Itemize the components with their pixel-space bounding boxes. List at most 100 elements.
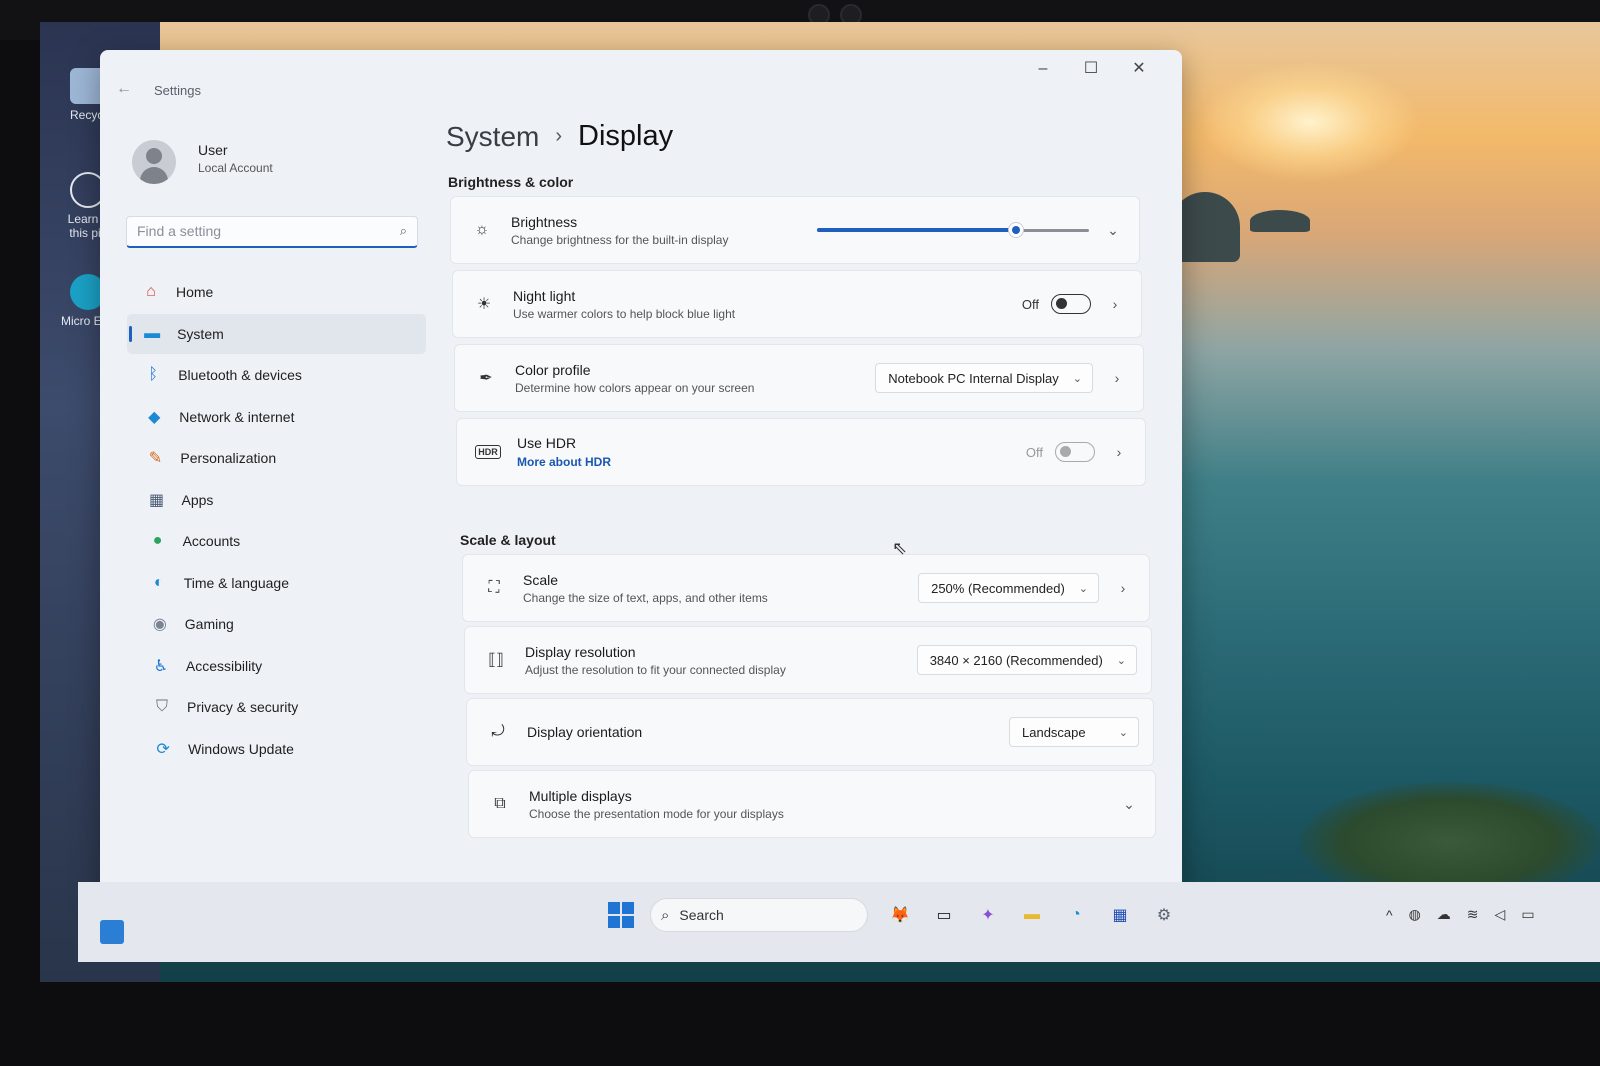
sidebar-item-home[interactable]: ⌂ Home bbox=[126, 272, 426, 312]
brush-icon: ✎ bbox=[148, 450, 163, 467]
taskbar-search[interactable]: ⌕ Search bbox=[650, 898, 868, 932]
accessibility-icon: ♿ bbox=[153, 657, 169, 675]
app-title: Settings bbox=[154, 83, 201, 98]
widgets-icon[interactable] bbox=[100, 920, 124, 944]
multiple-displays-card[interactable]: ⧉ Multiple displays Choose the presentat… bbox=[468, 770, 1156, 838]
sidebar-item-gaming[interactable]: ◉ Gaming bbox=[135, 604, 426, 644]
brightness-slider[interactable] bbox=[817, 220, 1089, 240]
slider-thumb[interactable] bbox=[1007, 222, 1024, 238]
resolution-dropdown[interactable]: 3840 × 2160 (Recommended) ⌄ bbox=[916, 645, 1137, 675]
account-type: Local Account bbox=[198, 161, 273, 175]
taskbar: ⌕ Search 🦊 ▭ ✦ ▬ ◔ ▦ ⚙ ^ ◍ ☁ ≋ ◁ ▭ bbox=[78, 882, 1600, 962]
update-icon: ⟳ bbox=[156, 740, 170, 758]
chevron-down-icon[interactable]: ⌄ bbox=[1103, 222, 1123, 239]
search-input[interactable] bbox=[127, 217, 377, 245]
scale-card[interactable]: ⛶ Scale Change the size of text, apps, a… bbox=[462, 554, 1150, 622]
brightness-title: Brightness bbox=[511, 213, 578, 230]
chevron-up-icon[interactable]: ^ bbox=[1386, 907, 1393, 923]
chevron-right-icon[interactable]: › bbox=[1113, 580, 1133, 596]
sidebar-item-windows-update[interactable]: ⟳ Windows Update bbox=[138, 729, 426, 769]
maximize-button[interactable]: ☐ bbox=[1068, 54, 1114, 84]
multiple-displays-icon: ⧉ bbox=[494, 795, 506, 812]
sidebar-item-apps[interactable]: ▦ Apps bbox=[132, 480, 427, 520]
sidebar-item-label: Time & language bbox=[183, 574, 290, 591]
orientation-card[interactable]: ⤾ Display orientation Landscape ⌄ bbox=[466, 698, 1154, 766]
sidebar-item-accounts[interactable]: ● Accounts bbox=[133, 521, 426, 561]
battery-icon[interactable]: ▭ bbox=[1521, 906, 1534, 923]
close-button[interactable]: ✕ bbox=[1116, 54, 1162, 84]
start-button[interactable] bbox=[608, 902, 634, 928]
sun-icon: ☼ bbox=[474, 221, 490, 238]
sidebar-item-label: Bluetooth & devices bbox=[178, 367, 302, 383]
sidebar-item-label: Apps bbox=[181, 491, 214, 508]
sidebar-item-label: Privacy & security bbox=[187, 699, 299, 715]
chevron-down-icon[interactable]: ⌄ bbox=[1119, 796, 1139, 813]
night-light-icon: ☀ bbox=[476, 296, 492, 313]
sidebar-item-system[interactable]: ▬ System bbox=[127, 313, 426, 354]
sidebar-item-bluetooth-devices[interactable]: ᛒ Bluetooth & devices bbox=[128, 355, 426, 395]
cloud-icon[interactable]: ☁ bbox=[1437, 906, 1451, 923]
chevron-down-icon: ⌄ bbox=[1072, 372, 1082, 385]
page-title: Display bbox=[578, 120, 674, 152]
back-button[interactable]: ← bbox=[116, 80, 132, 98]
slider-fill bbox=[817, 228, 1016, 232]
brightness-card[interactable]: ☼ Brightness Change brightness for the b… bbox=[450, 196, 1140, 264]
night-light-toggle[interactable] bbox=[1051, 294, 1091, 314]
section-scale-layout: Scale & layout bbox=[460, 532, 556, 548]
file-explorer-icon[interactable]: ▬ bbox=[1015, 898, 1049, 932]
hdr-learn-more-link[interactable]: More about HDR bbox=[517, 455, 1026, 469]
fox-app-icon[interactable]: 🦊 bbox=[883, 898, 917, 932]
hdr-toggle[interactable] bbox=[1055, 442, 1095, 462]
system-icon: ▬ bbox=[144, 324, 161, 342]
sidebar-item-network-internet[interactable]: ◆ Network & internet bbox=[129, 397, 426, 437]
security-icon[interactable]: ◍ bbox=[1409, 906, 1421, 923]
orientation-dropdown[interactable]: Landscape ⌄ bbox=[1009, 717, 1139, 747]
scale-description: Change the size of text, apps, and other… bbox=[523, 590, 768, 605]
chevron-right-icon[interactable]: › bbox=[1109, 444, 1129, 460]
scale-title: Scale bbox=[523, 571, 559, 588]
scale-selected: 250% (Recommended) bbox=[931, 580, 1065, 596]
breadcrumb-system[interactable]: System bbox=[446, 121, 539, 153]
wifi-icon[interactable]: ≋ bbox=[1467, 906, 1479, 923]
scale-dropdown[interactable]: 250% (Recommended) ⌄ bbox=[918, 573, 1099, 603]
section-brightness-color: Brightness & color bbox=[448, 174, 574, 190]
volume-icon[interactable]: ◁ bbox=[1495, 906, 1506, 923]
color-profile-dropdown[interactable]: Notebook PC Internal Display ⌄ bbox=[875, 363, 1093, 393]
globe-clock-icon: ◐ bbox=[153, 573, 164, 591]
taskbar-search-label: Search bbox=[679, 907, 724, 923]
eyedropper-icon: ✒ bbox=[479, 370, 493, 387]
sidebar-item-personalization[interactable]: ✎ Personalization bbox=[130, 438, 426, 478]
edge-icon[interactable]: ◔ bbox=[1059, 898, 1093, 932]
color-profile-card[interactable]: ✒ Color profile Determine how colors app… bbox=[454, 344, 1144, 412]
multiple-displays-description: Choose the presentation mode for your di… bbox=[529, 806, 784, 821]
title-bar: ← Settings – ☐ ✕ bbox=[100, 50, 1182, 98]
chevron-right-icon[interactable]: › bbox=[1105, 296, 1125, 312]
resolution-description: Adjust the resolution to fit your connec… bbox=[525, 662, 786, 677]
avatar[interactable] bbox=[132, 140, 176, 184]
settings-search: ⌕ bbox=[126, 216, 418, 248]
orientation-title: Display orientation bbox=[527, 724, 643, 740]
sidebar-item-accessibility[interactable]: ♿ Accessibility bbox=[136, 646, 426, 686]
night-light-description: Use warmer colors to help block blue lig… bbox=[513, 306, 736, 321]
hdr-card[interactable]: HDR Use HDR More about HDR Off › bbox=[456, 418, 1146, 486]
chevron-right-icon[interactable]: › bbox=[1107, 370, 1127, 386]
multiple-displays-title: Multiple displays bbox=[529, 787, 632, 804]
copilot-icon[interactable]: ✦ bbox=[971, 898, 1005, 932]
sidebar-item-privacy-security[interactable]: ⛉ Privacy & security bbox=[137, 687, 426, 727]
orientation-icon: ⤾ bbox=[491, 723, 505, 740]
system-tray: ^ ◍ ☁ ≋ ◁ ▭ bbox=[1378, 906, 1543, 923]
settings-gear-icon[interactable]: ⚙ bbox=[1147, 898, 1181, 932]
chevron-down-icon: ⌄ bbox=[1078, 582, 1088, 595]
sidebar-item-time-language[interactable]: ◐ Time & language bbox=[134, 563, 426, 603]
sidebar-item-label: Home bbox=[176, 284, 214, 300]
chevron-right-icon: › bbox=[555, 125, 563, 147]
night-light-card[interactable]: ☀ Night light Use warmer colors to help … bbox=[452, 270, 1142, 338]
search-icon[interactable]: ⌕ bbox=[400, 223, 407, 239]
minimize-button[interactable]: – bbox=[1020, 54, 1066, 84]
network-icon: ◆ bbox=[148, 408, 161, 426]
resolution-card[interactable]: ⟦⟧ Display resolution Adjust the resolut… bbox=[464, 626, 1152, 694]
taskbar-apps: 🦊 ▭ ✦ ▬ ◔ ▦ ⚙ bbox=[878, 898, 1186, 932]
sidebar-item-label: Network & internet bbox=[179, 408, 295, 425]
task-view-icon[interactable]: ▭ bbox=[927, 898, 961, 932]
store-icon[interactable]: ▦ bbox=[1103, 898, 1137, 932]
